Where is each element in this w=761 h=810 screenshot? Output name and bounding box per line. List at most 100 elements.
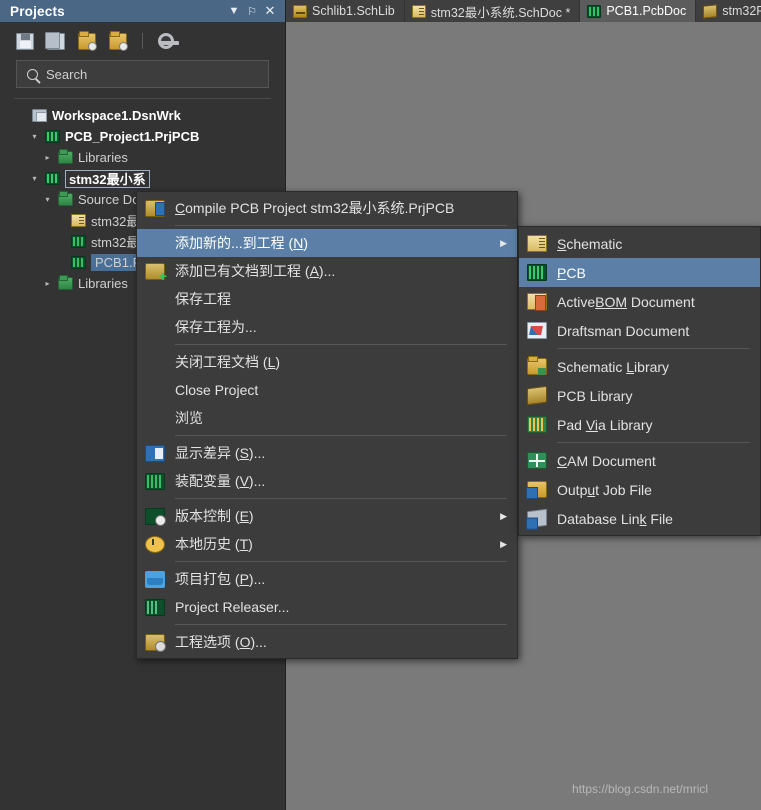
panel-header: Projects ▼ ⚐ ✕	[0, 0, 285, 22]
tree-item-label: Libraries	[78, 150, 128, 165]
menu-item-no-icon	[145, 291, 165, 308]
menu-item-label: Compile PCB Project stm32最小系统.PrjPCB	[175, 200, 455, 216]
pcb-icon	[527, 264, 547, 281]
addexist-icon	[145, 262, 167, 283]
menu-item-no-icon	[145, 354, 165, 371]
menu-item[interactable]: 浏览	[137, 404, 517, 432]
menu-separator	[175, 435, 507, 436]
save-icon[interactable]	[16, 32, 34, 50]
menu-item[interactable]: 保存工程	[137, 285, 517, 313]
menu-separator	[175, 561, 507, 562]
menu-item[interactable]: Close Project	[137, 376, 517, 404]
document-tab[interactable]: PCB1.PcbDoc	[580, 0, 697, 22]
expand-arrow-icon[interactable]: ▾	[42, 195, 53, 204]
pcb-icon	[587, 4, 602, 18]
document-tab-bar: Schlib1.SchLib stm32最小系统.SchDoc * PCB1.Pcb…	[286, 0, 761, 22]
project-context-menu: Compile PCB Project stm32最小系统.PrjPCB 添加新的…	[136, 191, 518, 659]
document-tab[interactable]: stm32P	[696, 0, 761, 22]
submenu-arrow-icon: ▶	[500, 237, 507, 248]
submenu-item-label: CAM Document	[557, 452, 656, 469]
menu-item[interactable]: 添加新的...到工程 (N) ▶	[137, 229, 517, 257]
menu-item[interactable]: Compile PCB Project stm32最小系统.PrjPCB	[137, 194, 517, 222]
menu-item-label: 装配变量 (V)...	[175, 473, 266, 489]
submenu-item[interactable]: Draftsman Document	[519, 316, 760, 345]
variant-icon	[145, 472, 165, 490]
menu-item-no-icon	[145, 235, 165, 252]
menu-item[interactable]: Project Releaser...	[137, 593, 517, 621]
tree-item-rename-box[interactable]: stm32最小系	[65, 169, 150, 188]
submenu-item[interactable]: PCB	[519, 258, 760, 287]
submenu-item[interactable]: Database Link File	[519, 504, 760, 533]
submenu-item[interactable]: Schematic	[519, 229, 760, 258]
submenu-item[interactable]: Pad Via Library	[519, 410, 760, 439]
menu-item[interactable]: 工程选项 (O)...	[137, 628, 517, 656]
panel-title: Projects	[10, 3, 65, 19]
search-container: Search	[0, 60, 285, 96]
submenu-item[interactable]: PCB Library	[519, 381, 760, 410]
expand-arrow-icon[interactable]: ▾	[29, 132, 40, 141]
pack-icon	[145, 570, 165, 588]
menu-item-label: 工程选项 (O)...	[175, 634, 267, 650]
menu-item-label: 添加已有文档到工程 (A)...	[175, 263, 336, 279]
release-icon	[145, 598, 165, 616]
project-icon	[45, 172, 60, 185]
expand-arrow-icon[interactable]: ▸	[42, 153, 53, 162]
tree-item[interactable]: ▸ Libraries	[16, 147, 285, 168]
submenu-item-label: Schematic Library	[557, 358, 670, 375]
chevron-down-icon[interactable]: ▼	[225, 2, 243, 20]
submenu-item[interactable]: Schematic Library	[519, 352, 760, 381]
draft-icon	[527, 322, 547, 339]
menu-item-no-icon	[145, 410, 165, 427]
menu-item[interactable]: 添加已有文档到工程 (A)...	[137, 257, 517, 285]
menu-item[interactable]: 本地历史 (T) ▶	[137, 530, 517, 558]
submenu-item-label: Pad Via Library	[557, 416, 653, 433]
submenu-item[interactable]: Output Job File	[519, 475, 760, 504]
menu-separator	[175, 225, 507, 226]
menu-item-label: 版本控制 (E)	[175, 508, 254, 524]
menu-item[interactable]: 版本控制 (E) ▶	[137, 502, 517, 530]
menu-item[interactable]: 项目打包 (P)...	[137, 565, 517, 593]
menu-item[interactable]: 装配变量 (V)...	[137, 467, 517, 495]
menu-item[interactable]: 显示差异 (S)...	[137, 439, 517, 467]
document-tab[interactable]: stm32最小系统.SchDoc *	[405, 0, 581, 22]
menu-item[interactable]: 保存工程为...	[137, 313, 517, 341]
menu-separator	[175, 624, 507, 625]
tree-item[interactable]: Workspace1.DsnWrk	[16, 105, 285, 126]
submenu-separator	[557, 442, 750, 443]
expand-arrow-icon[interactable]: ▾	[29, 174, 40, 183]
expand-arrow-icon[interactable]: ▸	[42, 279, 53, 288]
submenu-item-label: Database Link File	[557, 510, 673, 527]
submenu-item-label: Schematic	[557, 235, 623, 252]
open-project-icon[interactable]	[78, 30, 97, 51]
save-all-icon[interactable]	[45, 31, 65, 50]
menu-item-label: 保存工程为...	[175, 319, 257, 335]
tree-item[interactable]: ▾ PCB_Project1.PrjPCB	[16, 126, 285, 147]
folder-icon	[58, 191, 73, 206]
project-options-icon[interactable]	[109, 30, 128, 51]
tree-item[interactable]: ▾ stm32最小系	[16, 168, 285, 189]
tree-item-label: stm32最	[91, 235, 140, 250]
submenu-item[interactable]: ActiveBOM Document	[519, 287, 760, 316]
search-input[interactable]: Search	[16, 60, 269, 88]
workspace-icon	[32, 109, 47, 122]
panel-toolbar	[0, 22, 285, 60]
submenu-item[interactable]: CAM Document	[519, 446, 760, 475]
cam-icon	[527, 452, 547, 469]
tree-item-label: PCB_Project1.PrjPCB	[65, 129, 200, 144]
search-placeholder: Search	[46, 66, 88, 82]
tab-label: stm32最小系统.SchDoc *	[430, 5, 571, 20]
submenu-item-label: Output Job File	[557, 481, 652, 498]
close-icon[interactable]: ✕	[261, 2, 279, 20]
document-tab[interactable]: Schlib1.SchLib	[286, 0, 405, 22]
menu-item-label: 关闭工程文档 (L)	[175, 354, 281, 370]
submenu-item-label: Draftsman Document	[557, 322, 690, 339]
compile-icon	[145, 199, 165, 217]
menu-item[interactable]: 关闭工程文档 (L)	[137, 348, 517, 376]
tree-item-label: stm32最	[91, 214, 140, 229]
submenu-item-label: ActiveBOM Document	[557, 293, 695, 310]
pin-icon[interactable]: ⚐	[243, 2, 261, 20]
gear-icon[interactable]	[158, 33, 179, 49]
diff-icon	[145, 444, 165, 462]
menu-item-label: 保存工程	[175, 291, 231, 307]
submenu-arrow-icon: ▶	[500, 538, 507, 549]
